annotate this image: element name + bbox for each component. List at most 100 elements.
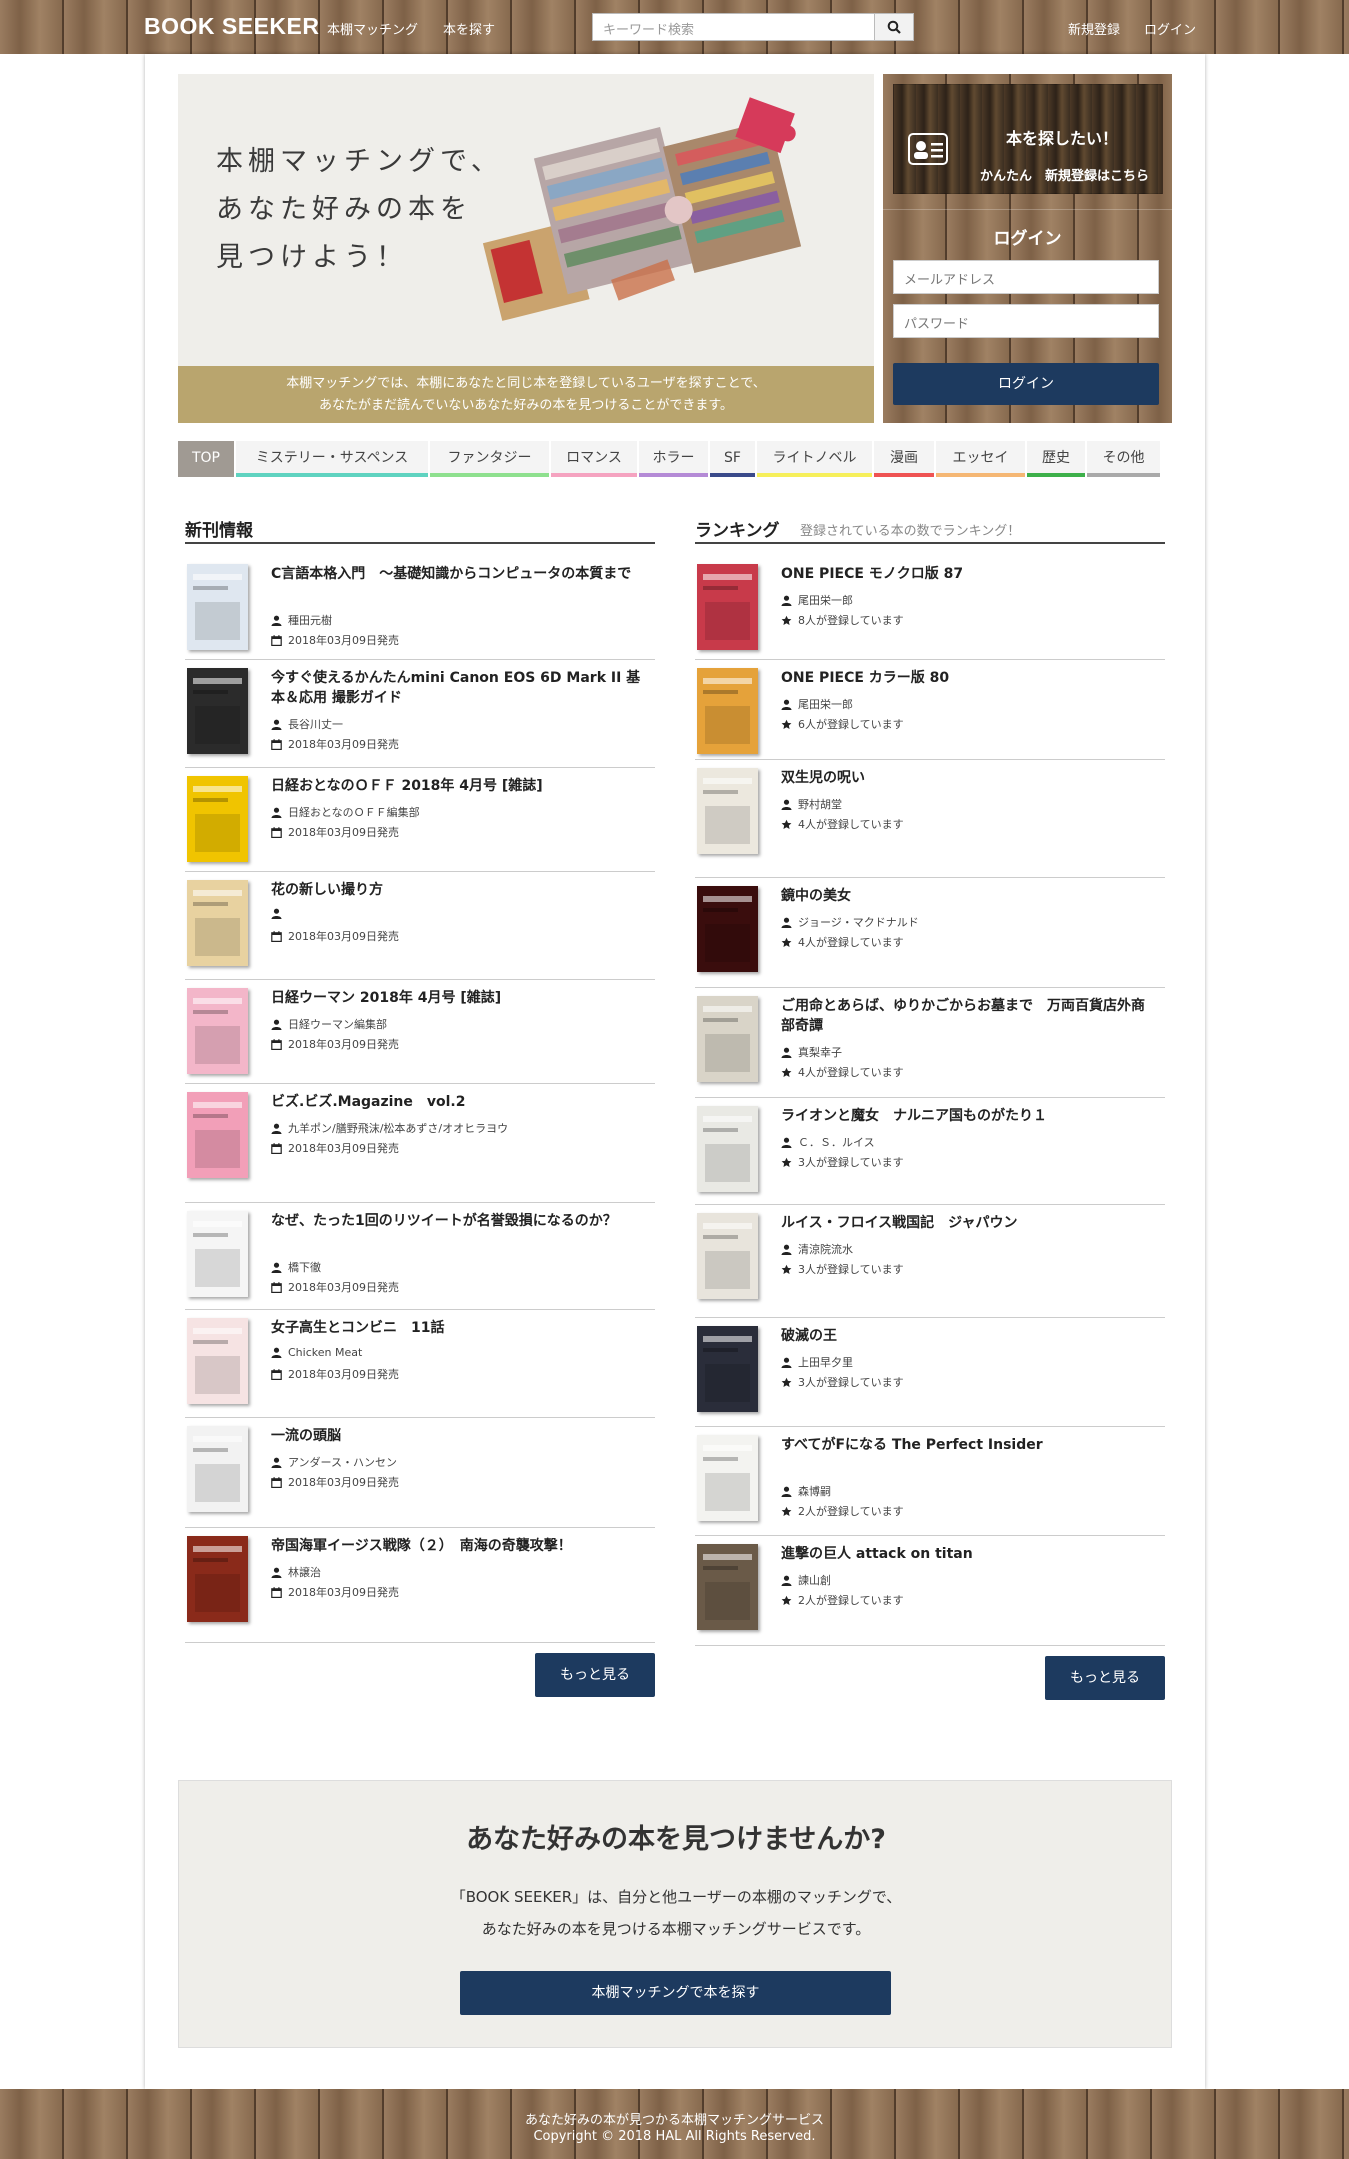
list-item[interactable]: 鏡中の美女 ジョージ・マクドナルド 4人が登録しています bbox=[695, 878, 1165, 988]
tab-other[interactable]: その他 bbox=[1087, 441, 1160, 477]
author-name[interactable]: 長谷川丈一 bbox=[288, 716, 343, 732]
book-cover[interactable] bbox=[697, 768, 758, 854]
list-item[interactable]: 女子高生とコンビニ 11話 Chicken Meat 2018年03月09日発売 bbox=[185, 1310, 655, 1418]
author-name[interactable]: 九羊ポン/膳野飛沫/松本あずさ/オオヒラヨウ bbox=[288, 1120, 508, 1136]
tab-manga[interactable]: 漫画 bbox=[874, 441, 934, 477]
book-title[interactable]: C言語本格入門 ～基礎知識からコンピュータの本質まで bbox=[271, 564, 641, 584]
tab-romance[interactable]: ロマンス bbox=[551, 441, 637, 477]
password-field[interactable]: パスワード bbox=[893, 304, 1159, 338]
author-name[interactable]: 諫山創 bbox=[798, 1572, 831, 1588]
book-title[interactable]: 進撃の巨人 attack on titan bbox=[781, 1544, 1151, 1564]
author-name[interactable]: ジョージ・マクドナルド bbox=[798, 914, 919, 930]
book-title[interactable]: ルイス・フロイス戦国記 ジャパウン bbox=[781, 1213, 1151, 1233]
book-title[interactable]: ONE PIECE モノクロ版 87 bbox=[781, 564, 1151, 584]
book-cover[interactable] bbox=[187, 1211, 248, 1297]
author-name[interactable]: 日経おとなのＯＦＦ編集部 bbox=[288, 804, 420, 820]
nav-bookshelf-matching[interactable]: 本棚マッチング bbox=[327, 19, 418, 38]
signup-promo[interactable]: 本を探したい！ かんたん 新規登録はこちら bbox=[893, 84, 1163, 194]
list-item[interactable]: 花の新しい撮り方 2018年03月09日発売 bbox=[185, 872, 655, 980]
book-cover[interactable] bbox=[187, 880, 248, 966]
site-logo[interactable]: BOOK SEEKER bbox=[144, 13, 319, 40]
login-button[interactable]: ログイン bbox=[893, 363, 1159, 405]
book-title[interactable]: ビズ.ビズ.Magazine vol.2 bbox=[271, 1092, 641, 1112]
book-cover[interactable] bbox=[697, 1435, 758, 1521]
book-title[interactable]: すべてがFになる The Perfect Insider bbox=[781, 1435, 1151, 1455]
book-cover[interactable] bbox=[697, 1326, 758, 1412]
ranking-more-button[interactable]: もっと見る bbox=[1045, 1656, 1165, 1700]
book-cover[interactable] bbox=[187, 668, 248, 754]
list-item[interactable]: 今すぐ使えるかんたんmini Canon EOS 6D Mark II 基本＆応… bbox=[185, 660, 655, 768]
list-item[interactable]: 日経ウーマン 2018年 4月号 [雑誌] 日経ウーマン編集部 2018年03月… bbox=[185, 980, 655, 1084]
book-title[interactable]: 一流の頭脳 bbox=[271, 1426, 641, 1446]
book-cover[interactable] bbox=[697, 668, 758, 754]
list-item[interactable]: 帝国海軍イージス戦隊（２） 南海の奇襲攻撃！ 林譲治 2018年03月09日発売 bbox=[185, 1528, 655, 1643]
tab-sf[interactable]: SF bbox=[710, 441, 755, 477]
book-title[interactable]: 破滅の王 bbox=[781, 1326, 1151, 1346]
book-title[interactable]: 今すぐ使えるかんたんmini Canon EOS 6D Mark II 基本＆応… bbox=[271, 668, 641, 708]
nav-find-books[interactable]: 本を探す bbox=[443, 19, 495, 38]
author-name[interactable]: 林譲治 bbox=[288, 1564, 321, 1580]
tab-light-novel[interactable]: ライトノベル bbox=[757, 441, 872, 477]
author-name[interactable]: 真梨幸子 bbox=[798, 1044, 842, 1060]
book-cover[interactable] bbox=[697, 564, 758, 650]
book-title[interactable]: 日経ウーマン 2018年 4月号 [雑誌] bbox=[271, 988, 641, 1008]
author-name[interactable]: 尾田栄一郎 bbox=[798, 592, 853, 608]
list-item[interactable]: ONE PIECE カラー版 80 尾田栄一郎 6人が登録しています bbox=[695, 660, 1165, 760]
book-title[interactable]: ご用命とあらば、ゆりかごからお墓まで 万両百貨店外商部奇譚 bbox=[781, 996, 1151, 1036]
book-title[interactable]: 帝国海軍イージス戦隊（２） 南海の奇襲攻撃！ bbox=[271, 1536, 641, 1556]
book-title[interactable]: ONE PIECE カラー版 80 bbox=[781, 668, 1151, 688]
list-item[interactable]: C言語本格入門 ～基礎知識からコンピュータの本質まで 種田元樹 2018年03月… bbox=[185, 556, 655, 660]
search-input[interactable]: キーワード検索 bbox=[592, 13, 875, 41]
author-name[interactable]: Chicken Meat bbox=[288, 1346, 362, 1359]
list-item[interactable]: 一流の頭脳 アンダース・ハンセン 2018年03月09日発売 bbox=[185, 1418, 655, 1528]
list-item[interactable]: ビズ.ビズ.Magazine vol.2 九羊ポン/膳野飛沫/松本あずさ/オオヒ… bbox=[185, 1084, 655, 1203]
tab-mystery[interactable]: ミステリー・サスペンス bbox=[236, 441, 428, 477]
author-name[interactable]: 種田元樹 bbox=[288, 612, 332, 628]
book-cover[interactable] bbox=[697, 996, 758, 1082]
email-field[interactable]: メールアドレス bbox=[893, 260, 1159, 294]
register-link[interactable]: 新規登録 bbox=[1068, 19, 1120, 38]
book-cover[interactable] bbox=[697, 886, 758, 972]
author-name[interactable]: Ｃ．Ｓ．ルイス bbox=[798, 1134, 875, 1150]
book-title[interactable]: 女子高生とコンビニ 11話 bbox=[271, 1318, 641, 1338]
new-releases-more-button[interactable]: もっと見る bbox=[535, 1653, 655, 1697]
book-cover[interactable] bbox=[187, 988, 248, 1074]
book-cover[interactable] bbox=[697, 1106, 758, 1192]
book-cover[interactable] bbox=[187, 564, 248, 650]
list-item[interactable]: 進撃の巨人 attack on titan 諫山創 2人が登録しています bbox=[695, 1536, 1165, 1646]
list-item[interactable]: 双生児の呪い 野村胡堂 4人が登録しています bbox=[695, 760, 1165, 878]
author-name[interactable]: 清涼院流水 bbox=[798, 1241, 853, 1257]
book-cover[interactable] bbox=[697, 1213, 758, 1299]
book-title[interactable]: ライオンと魔女 ナルニア国ものがたり１ bbox=[781, 1106, 1151, 1126]
author-name[interactable]: 森博嗣 bbox=[798, 1483, 831, 1499]
list-item[interactable]: ご用命とあらば、ゆりかごからお墓まで 万両百貨店外商部奇譚 真梨幸子 4人が登録… bbox=[695, 988, 1165, 1098]
author-name[interactable]: 上田早夕里 bbox=[798, 1354, 853, 1370]
list-item[interactable]: 破滅の王 上田早夕里 3人が登録しています bbox=[695, 1318, 1165, 1427]
book-cover[interactable] bbox=[187, 1536, 248, 1622]
author-name[interactable]: アンダース・ハンセン bbox=[288, 1454, 397, 1470]
list-item[interactable]: ルイス・フロイス戦国記 ジャパウン 清涼院流水 3人が登録しています bbox=[695, 1205, 1165, 1318]
list-item[interactable]: ライオンと魔女 ナルニア国ものがたり１ Ｃ．Ｓ．ルイス 3人が登録しています bbox=[695, 1098, 1165, 1205]
list-item[interactable]: 日経おとなのＯＦＦ 2018年 4月号 [雑誌] 日経おとなのＯＦＦ編集部 20… bbox=[185, 768, 655, 872]
author-name[interactable]: 尾田栄一郎 bbox=[798, 696, 853, 712]
tab-top[interactable]: TOP bbox=[178, 441, 234, 477]
author-name[interactable]: 橋下徹 bbox=[288, 1259, 321, 1275]
find-books-button[interactable]: 本棚マッチングで本を探す bbox=[460, 1971, 891, 2015]
tab-horror[interactable]: ホラー bbox=[639, 441, 708, 477]
book-title[interactable]: 双生児の呪い bbox=[781, 768, 1151, 788]
book-title[interactable]: 花の新しい撮り方 bbox=[271, 880, 641, 900]
book-cover[interactable] bbox=[187, 1092, 248, 1178]
tab-fantasy[interactable]: ファンタジー bbox=[430, 441, 549, 477]
book-cover[interactable] bbox=[697, 1544, 758, 1630]
book-title[interactable]: 鏡中の美女 bbox=[781, 886, 1151, 906]
search-button[interactable] bbox=[874, 13, 914, 41]
book-cover[interactable] bbox=[187, 1426, 248, 1512]
list-item[interactable]: すべてがFになる The Perfect Insider 森博嗣 2人が登録して… bbox=[695, 1427, 1165, 1536]
book-title[interactable]: 日経おとなのＯＦＦ 2018年 4月号 [雑誌] bbox=[271, 776, 641, 796]
list-item[interactable]: ONE PIECE モノクロ版 87 尾田栄一郎 8人が登録しています bbox=[695, 556, 1165, 660]
tab-essay[interactable]: エッセイ bbox=[936, 441, 1025, 477]
header-login-link[interactable]: ログイン bbox=[1144, 19, 1196, 38]
author-name[interactable]: 野村胡堂 bbox=[798, 796, 842, 812]
author-name[interactable]: 日経ウーマン編集部 bbox=[288, 1016, 387, 1032]
book-cover[interactable] bbox=[187, 1318, 248, 1404]
